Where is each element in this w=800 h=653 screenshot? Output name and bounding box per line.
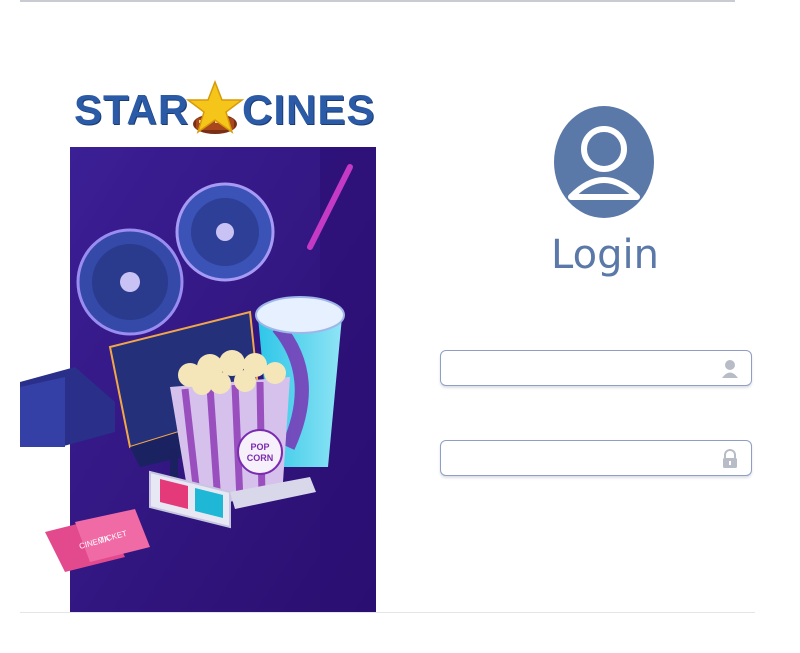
star-cines-logo: STAR CINES bbox=[72, 80, 376, 142]
top-divider bbox=[20, 0, 735, 2]
user-avatar-icon bbox=[554, 106, 654, 218]
username-input[interactable] bbox=[449, 354, 713, 382]
svg-text:POP: POP bbox=[250, 442, 269, 452]
username-field[interactable] bbox=[440, 350, 752, 386]
login-title: Login bbox=[551, 232, 659, 278]
bottom-divider bbox=[20, 612, 755, 613]
star-film-icon bbox=[185, 80, 245, 134]
film-reel-right bbox=[175, 182, 275, 282]
password-input[interactable] bbox=[449, 444, 713, 472]
film-reel-left bbox=[76, 228, 184, 336]
logo-word-star: STAR bbox=[74, 86, 190, 133]
user-icon bbox=[722, 360, 738, 378]
lock-icon bbox=[723, 449, 737, 468]
cinema-illustration: POP CORN CINEMA TICKET bbox=[20, 147, 376, 613]
svg-text:CORN: CORN bbox=[247, 453, 274, 463]
password-field[interactable] bbox=[440, 440, 752, 476]
logo-word-cines: CINES bbox=[242, 86, 376, 133]
